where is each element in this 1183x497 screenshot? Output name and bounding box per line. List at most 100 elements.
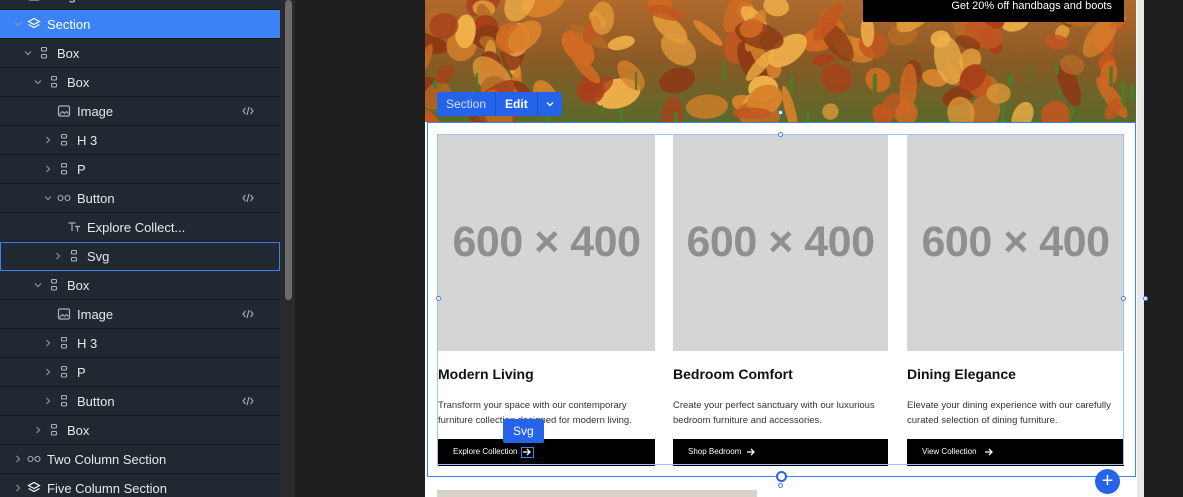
card-desc-1: Transform your space with our contempora…: [438, 400, 632, 426]
chevron-right-icon[interactable]: [43, 396, 53, 406]
card-image-2[interactable]: 600 × 400: [673, 134, 888, 351]
layer-row-p[interactable]: P: [0, 155, 280, 184]
chevron-right-icon[interactable]: [43, 367, 53, 377]
chevron-right-icon[interactable]: [43, 164, 53, 174]
view-collection-button[interactable]: View Collection: [907, 439, 1124, 466]
code-icon[interactable]: [242, 308, 254, 320]
grass-blade: [1055, 62, 1060, 74]
layer-label: Two Column Section: [47, 452, 167, 467]
shop-bedroom-button[interactable]: Shop Bedroom: [673, 439, 888, 466]
page-edge: [1137, 0, 1144, 497]
layer-row-image[interactable]: Image: [0, 97, 280, 126]
card-image-3[interactable]: 600 × 400: [907, 134, 1124, 351]
layer-row-p[interactable]: P: [0, 358, 280, 387]
resize-handle[interactable]: [776, 471, 787, 482]
layer-row-image[interactable]: Image: [0, 300, 280, 329]
layer-row-box[interactable]: Box: [0, 68, 280, 97]
svg-hover-outline: [521, 447, 534, 458]
selection-handle[interactable]: [778, 132, 783, 137]
button-label: Shop Bedroom: [688, 447, 742, 456]
box-icon: [47, 423, 61, 437]
add-section-button[interactable]: +: [1095, 469, 1120, 494]
box-icon: [47, 278, 61, 292]
chevron-down-icon[interactable]: [23, 48, 33, 58]
promo-text: Get 20% off handbags and boots: [951, 0, 1112, 12]
layer-row-five-column-section[interactable]: Five Column Section: [0, 474, 280, 497]
selection-handle[interactable]: [436, 296, 441, 301]
selection-handle[interactable]: [778, 110, 783, 115]
code-icon[interactable]: [242, 192, 254, 204]
layer-row-h-3[interactable]: H 3: [0, 329, 280, 358]
chevron-right-icon[interactable]: [43, 135, 53, 145]
box-icon: [57, 162, 71, 176]
chevron-down-icon[interactable]: [43, 193, 53, 203]
layer-row-explore-collect[interactable]: Explore Collect...: [0, 213, 280, 242]
layer-label: Button: [77, 191, 115, 206]
layer-row-box[interactable]: Box: [0, 416, 280, 445]
code-icon[interactable]: [242, 395, 254, 407]
selected-element-name[interactable]: Section: [437, 92, 497, 116]
card-title-3: Dining Elegance: [907, 366, 1016, 382]
card-desc-3: Elevate your dining experience with our …: [907, 400, 1111, 426]
box-icon: [47, 75, 61, 89]
layer-label: Image: [77, 307, 114, 322]
chevron-right-icon[interactable]: [13, 483, 23, 493]
chevron-down-icon[interactable]: [538, 92, 562, 116]
svg-element-tag: Svg: [503, 419, 544, 443]
card-image-1[interactable]: 600 × 400: [438, 134, 655, 351]
link-icon: [57, 191, 71, 205]
layer-row-svg[interactable]: Svg: [0, 242, 280, 271]
layers-scrollbar-thumb[interactable]: [285, 0, 292, 300]
layer-label: Svg: [87, 249, 110, 264]
image-icon: [57, 307, 71, 321]
selection-handle[interactable]: [778, 483, 783, 488]
edit-button[interactable]: Edit: [496, 92, 538, 116]
box-icon: [67, 249, 81, 263]
layer-label: Box: [67, 423, 90, 438]
card-desc-2: Create your perfect sanctuary with our l…: [673, 400, 875, 426]
box-icon: [57, 394, 71, 408]
promo-banner[interactable]: Get 20% off handbags and boots: [863, 0, 1124, 22]
grass-blade: [872, 74, 877, 92]
layer-row-two-column-section[interactable]: Two Column Section: [0, 445, 280, 474]
chevron-down-icon[interactable]: [13, 19, 23, 29]
chevron-down-icon[interactable]: [33, 280, 43, 290]
image-icon: [27, 0, 41, 2]
grass-blade: [1109, 66, 1113, 87]
selection-handle[interactable]: [1121, 296, 1126, 301]
layer-row-h-3[interactable]: H 3: [0, 126, 280, 155]
layer-label: Box: [67, 278, 90, 293]
selection-handle[interactable]: [1143, 296, 1148, 301]
grass-blade: [1130, 85, 1135, 102]
layer-row-box[interactable]: Box: [0, 39, 280, 68]
arrow-right-icon: [984, 447, 994, 459]
button-label: View Collection: [922, 447, 977, 456]
layer-row-image[interactable]: Image: [0, 0, 280, 10]
grass-blade: [635, 72, 638, 90]
grass-blade: [619, 108, 624, 122]
grass-blade: [1057, 87, 1061, 98]
grass-blade: [1122, 87, 1125, 108]
layer-label: Button: [77, 394, 115, 409]
layer-label: H 3: [77, 133, 98, 148]
layer-row-section[interactable]: Section: [0, 10, 280, 39]
chevron-right-icon[interactable]: [13, 454, 23, 464]
chevron-down-icon[interactable]: [33, 77, 43, 87]
box-icon: [57, 365, 71, 379]
chevron-right-icon[interactable]: [43, 338, 53, 348]
link-icon: [27, 452, 41, 466]
card-image-text: 600 × 400: [921, 218, 1111, 266]
layer-row-button[interactable]: Button: [0, 184, 280, 213]
layer-label: P: [77, 365, 86, 380]
layer-label: Image: [77, 104, 114, 119]
code-icon[interactable]: [242, 105, 254, 117]
explore-collection-button[interactable]: Explore Collection: [438, 439, 655, 466]
layer-row-box[interactable]: Box: [0, 271, 280, 300]
grass-blade: [673, 112, 679, 122]
layer-row-button[interactable]: Button: [0, 387, 280, 416]
chevron-right-icon[interactable]: [33, 425, 43, 435]
text-icon: [67, 220, 81, 234]
chevron-right-icon[interactable]: [53, 251, 63, 261]
layer-label: Box: [67, 75, 90, 90]
grass-blade: [475, 73, 479, 89]
